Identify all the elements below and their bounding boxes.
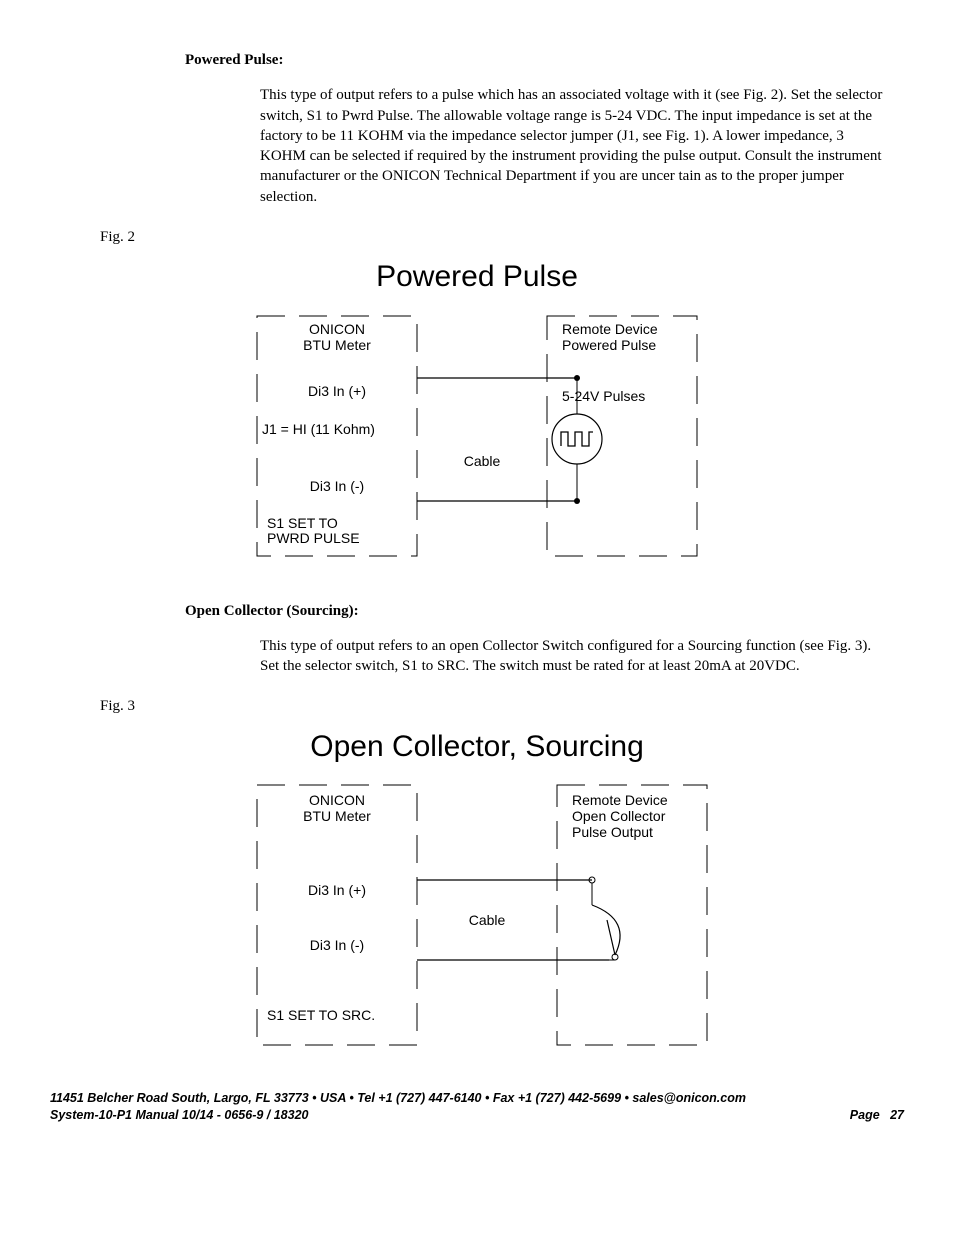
page-footer: 11451 Belcher Road South, Largo, FL 3377… bbox=[50, 1090, 904, 1124]
footer-page-prefix: Page bbox=[850, 1108, 880, 1122]
d1-right-l2: Powered Pulse bbox=[562, 337, 656, 353]
diagram-powered-pulse: Powered Pulse ONICON BTU Meter Di3 In (+… bbox=[50, 257, 904, 566]
d2-right-l1: Remote Device bbox=[572, 792, 668, 808]
section-body-powered-pulse: This type of output refers to a pulse wh… bbox=[260, 85, 884, 207]
diagram2-svg: ONICON BTU Meter Di3 In (+) Di3 In (-) S… bbox=[237, 775, 717, 1055]
d1-s1-l1: S1 SET TO bbox=[267, 515, 338, 531]
d1-j1: J1 = HI (11 Kohm) bbox=[262, 421, 375, 437]
footer-page-num: 27 bbox=[890, 1108, 904, 1122]
section-heading-open-collector: Open Collector (Sourcing): bbox=[185, 601, 904, 621]
d1-s1-l2: PWRD PULSE bbox=[267, 530, 360, 546]
d1-left-l1: ONICON bbox=[309, 321, 365, 337]
d1-volts: 5-24V Pulses bbox=[562, 388, 645, 404]
section-heading-powered-pulse: Powered Pulse: bbox=[185, 50, 904, 70]
d2-right-l2: Open Collector bbox=[572, 808, 666, 824]
d1-cable: Cable bbox=[464, 453, 501, 469]
d1-right-l1: Remote Device bbox=[562, 321, 658, 337]
d2-right-l3: Pulse Output bbox=[572, 824, 653, 840]
d2-left-l1: ONICON bbox=[309, 792, 365, 808]
d2-di3neg: Di3 In (-) bbox=[310, 937, 364, 953]
diagram-open-collector: Open Collector, Sourcing ONICON BTU Mete… bbox=[50, 727, 904, 1056]
d1-left-l2: BTU Meter bbox=[303, 337, 371, 353]
diagram2-title: Open Collector, Sourcing bbox=[50, 727, 904, 768]
diagram1-title: Powered Pulse bbox=[50, 257, 904, 298]
footer-address: 11451 Belcher Road South, Largo, FL 3377… bbox=[50, 1090, 746, 1107]
diagram1-svg: ONICON BTU Meter Di3 In (+) J1 = HI (11 … bbox=[247, 306, 707, 566]
d2-di3pos: Di3 In (+) bbox=[308, 882, 366, 898]
d1-di3neg: Di3 In (-) bbox=[310, 478, 364, 494]
footer-docid: System-10-P1 Manual 10/14 - 0656-9 / 183… bbox=[50, 1107, 746, 1124]
figure-3-label: Fig. 3 bbox=[100, 696, 904, 716]
figure-2-label: Fig. 2 bbox=[100, 227, 904, 247]
d2-cable: Cable bbox=[469, 912, 506, 928]
d2-left-l2: BTU Meter bbox=[303, 808, 371, 824]
d2-s1: S1 SET TO SRC. bbox=[267, 1007, 375, 1023]
d1-di3pos: Di3 In (+) bbox=[308, 383, 366, 399]
section-body-open-collector: This type of output refers to an open Co… bbox=[260, 636, 884, 677]
